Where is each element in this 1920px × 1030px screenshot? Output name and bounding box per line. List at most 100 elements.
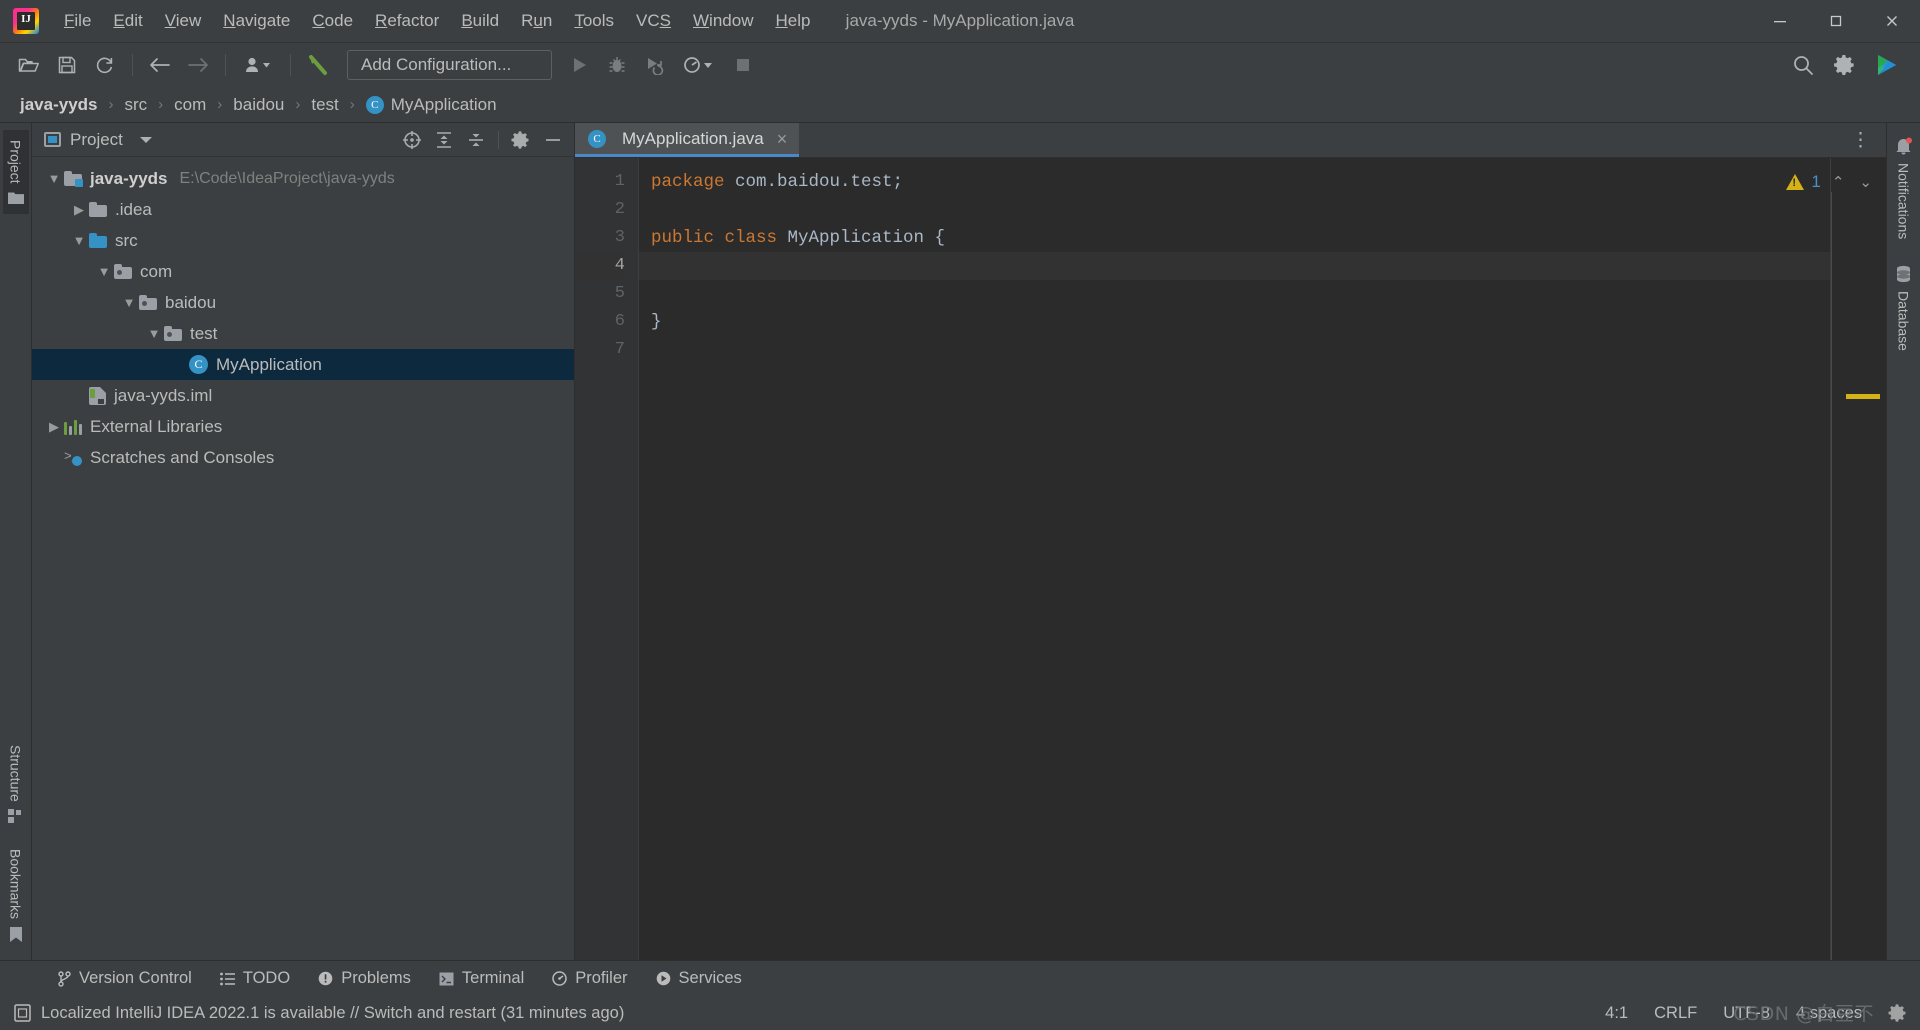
panel-divider [498, 130, 499, 149]
breadcrumb-item-5[interactable]: C MyApplication [362, 93, 501, 117]
rail-button-structure[interactable]: Structure [3, 735, 29, 833]
code-line-4 [639, 252, 1886, 280]
project-tree[interactable]: ▼ java-yyds E:\Code\IdeaProject\java-yyd… [32, 157, 574, 960]
tree-row[interactable]: ▼ src [32, 225, 574, 256]
indent-setting[interactable]: 4 spaces [1796, 1004, 1862, 1023]
tree-row[interactable]: ▶ .idea [32, 194, 574, 225]
editor-tab-label: MyApplication.java [622, 128, 764, 148]
tree-row[interactable]: ▼ test [32, 318, 574, 349]
left-rail-bottom: Structure Bookmarks [0, 732, 31, 956]
chevron-right-icon[interactable]: ▶ [44, 420, 64, 433]
next-problem-icon[interactable]: ⌄ [1855, 173, 1876, 191]
run-configuration-selector[interactable]: Add Configuration... [347, 50, 552, 80]
menu-file[interactable]: File [53, 8, 102, 34]
tree-row[interactable]: ▼ com [32, 256, 574, 287]
debug-icon[interactable] [600, 49, 634, 81]
chevron-down-icon[interactable]: ▼ [44, 172, 64, 185]
chevron-down-icon[interactable]: ▼ [94, 265, 114, 278]
tree-row[interactable]: >_ Scratches and Consoles [32, 442, 574, 473]
tool-window-terminal[interactable]: Terminal [426, 965, 537, 992]
menu-code[interactable]: Code [301, 8, 364, 34]
profiler-icon[interactable] [676, 49, 722, 81]
search-everywhere-icon[interactable] [1786, 49, 1820, 81]
expand-all-icon[interactable] [429, 126, 459, 154]
chevron-down-icon[interactable]: ▼ [144, 327, 164, 340]
rail-button-notifications[interactable]: Notifications [1890, 127, 1917, 249]
line-separator[interactable]: CRLF [1654, 1004, 1697, 1023]
tool-window-label: Profiler [575, 969, 628, 987]
open-folder-icon[interactable] [12, 49, 46, 81]
chevron-down-icon[interactable]: ▼ [119, 296, 139, 309]
menu-vcs[interactable]: VCS [625, 8, 682, 34]
user-dropdown-icon[interactable] [236, 49, 280, 81]
menu-window[interactable]: Window [682, 8, 764, 34]
tree-row[interactable]: java-yyds.iml [32, 380, 574, 411]
reload-from-disk-icon[interactable] [88, 49, 122, 81]
warning-marker[interactable] [1846, 394, 1880, 399]
menu-build[interactable]: Build [450, 8, 510, 34]
menu-tools[interactable]: Tools [563, 8, 625, 34]
tree-row[interactable]: ▶ External Libraries [32, 411, 574, 442]
hide-panel-icon[interactable] [538, 126, 568, 154]
menu-run[interactable]: Run [510, 8, 563, 34]
close-tab-icon[interactable]: × [777, 130, 788, 148]
navigate-back-icon[interactable] [143, 49, 177, 81]
settings-gear-icon[interactable] [506, 126, 536, 154]
tree-row[interactable]: ▼ java-yyds E:\Code\IdeaProject\java-yyd… [32, 163, 574, 194]
close-button[interactable] [1864, 0, 1920, 43]
breadcrumb-item-1[interactable]: src [121, 93, 152, 117]
select-opened-file-icon[interactable] [397, 126, 427, 154]
tree-row[interactable]: ▼ baidou [32, 287, 574, 318]
file-encoding[interactable]: UTF-8 [1723, 1004, 1770, 1023]
save-all-icon[interactable] [50, 49, 84, 81]
project-panel-title[interactable]: Project [44, 130, 152, 150]
tool-window-problems[interactable]: Problems [305, 965, 424, 992]
settings-gear-icon[interactable] [1828, 49, 1862, 81]
editor-tab-myapplication[interactable]: C MyApplication.java × [575, 123, 800, 157]
menu-refactor[interactable]: Refactor [364, 8, 450, 34]
tree-row[interactable]: C MyApplication [32, 349, 574, 380]
collapse-all-icon[interactable] [461, 126, 491, 154]
breadcrumb-item-3[interactable]: baidou [229, 93, 288, 117]
code-text[interactable]: package com.baidou.test; public class My… [639, 158, 1886, 960]
tool-window-version-control[interactable]: Version Control [44, 965, 205, 992]
tool-window-todo[interactable]: TODO [207, 965, 303, 992]
build-hammer-icon[interactable] [301, 49, 335, 81]
status-message[interactable]: Localized IntelliJ IDEA 2022.1 is availa… [41, 1004, 624, 1023]
chevron-right-icon[interactable]: ▶ [69, 203, 89, 216]
breadcrumb-item-2[interactable]: com [170, 93, 210, 117]
code-editor[interactable]: 1 2 3 4 5 6 7 package com.baidou.test; p… [575, 158, 1886, 960]
toolbar-separator-3 [290, 54, 291, 76]
maximize-button[interactable] [1808, 0, 1864, 43]
inspection-sidebar[interactable] [1830, 158, 1886, 960]
rail-button-bookmarks[interactable]: Bookmarks [3, 839, 29, 953]
tree-item-label: src [115, 230, 138, 250]
stop-icon[interactable] [726, 49, 760, 81]
settings-gear-icon[interactable] [1888, 1003, 1908, 1023]
status-message-group[interactable]: Localized IntelliJ IDEA 2022.1 is availa… [14, 1004, 624, 1023]
run-icon[interactable] [562, 49, 596, 81]
caret-position[interactable]: 4:1 [1605, 1004, 1628, 1023]
rail-button-project[interactable]: Project [2, 130, 29, 214]
chevron-down-icon[interactable] [139, 136, 152, 143]
tool-window-services[interactable]: Services [643, 965, 755, 992]
run-with-coverage-icon[interactable] [638, 49, 672, 81]
menu-navigate[interactable]: Navigate [212, 8, 301, 34]
menu-help[interactable]: Help [764, 8, 821, 34]
rail-button-database[interactable]: Database [1890, 255, 1917, 361]
menu-view[interactable]: View [154, 8, 213, 34]
minimize-button[interactable] [1752, 0, 1808, 43]
folder-icon [89, 202, 107, 217]
breadcrumb-item-0[interactable]: java-yyds [16, 93, 102, 117]
intellij-idea-window: IJ File Edit View Navigate Code Refactor… [0, 0, 1920, 1030]
code-line-1: package com.baidou.test; [651, 168, 1886, 196]
menu-edit[interactable]: Edit [102, 8, 153, 34]
more-options-icon[interactable]: ⋮ [1845, 131, 1876, 150]
previous-problem-icon[interactable]: ⌃ [1828, 173, 1849, 191]
tool-window-profiler[interactable]: Profiler [539, 965, 640, 992]
chevron-down-icon[interactable]: ▼ [69, 234, 89, 247]
breadcrumb-item-4[interactable]: test [307, 93, 342, 117]
navigate-forward-icon[interactable] [181, 49, 215, 81]
code-token: } [651, 312, 662, 332]
